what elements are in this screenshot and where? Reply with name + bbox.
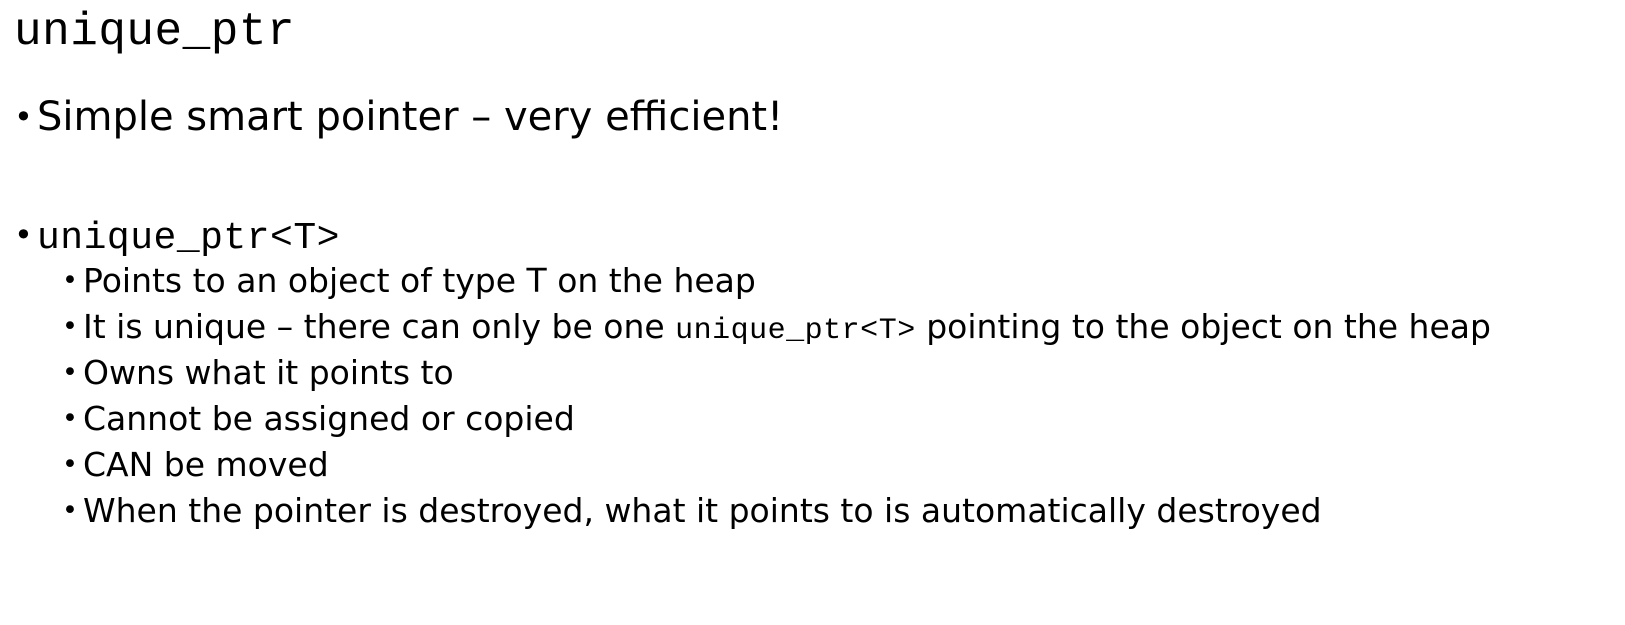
sub-bullet-text-after: pointing to the object on the heap (915, 307, 1491, 346)
sub-bullet-marker: • (62, 311, 78, 342)
sub-bullet-auto-destroy: • When the pointer is destroyed, what it … (62, 490, 1322, 532)
sub-bullet-points-to-heap: • Points to an object of type T on the he… (62, 260, 756, 302)
bullet-efficiency: • Simple smart pointer – very efficient! (14, 92, 783, 142)
sub-bullet-marker: • (62, 495, 78, 526)
sub-bullet-marker: • (62, 449, 78, 480)
sub-bullet-text-before: It is unique – there can only be one (83, 307, 676, 346)
slide: unique_ptr • Simple smart pointer – very … (0, 0, 1625, 625)
sub-bullet-no-copy: • Cannot be assigned or copied (62, 398, 575, 440)
bullet-unique-ptr-type: • unique_ptr<T> (14, 210, 340, 264)
sub-bullet-can-move: • CAN be moved (62, 444, 329, 486)
slide-title: unique_ptr (14, 6, 296, 58)
sub-bullet-text: Owns what it points to (83, 353, 454, 392)
sub-bullet-owns: • Owns what it points to (62, 352, 454, 394)
sub-bullet-text: When the pointer is destroyed, what it p… (83, 491, 1322, 530)
sub-bullet-text: Cannot be assigned or copied (83, 399, 575, 438)
sub-bullet-is-unique: • It is unique – there can only be one un… (62, 306, 1491, 352)
sub-bullet-marker: • (62, 357, 78, 388)
sub-bullet-marker: • (62, 265, 78, 296)
bullet-text: Simple smart pointer – very efficient! (37, 94, 784, 140)
sub-bullet-text: Points to an object of type T on the hea… (83, 261, 756, 300)
bullet-code-text: unique_ptr<T> (37, 217, 340, 260)
bullet-marker: • (14, 98, 33, 136)
bullet-marker: • (14, 216, 33, 254)
sub-bullet-marker: • (62, 403, 78, 434)
sub-bullet-text: CAN be moved (83, 445, 329, 484)
sub-bullet-code-text: unique_ptr<T> (675, 314, 916, 348)
